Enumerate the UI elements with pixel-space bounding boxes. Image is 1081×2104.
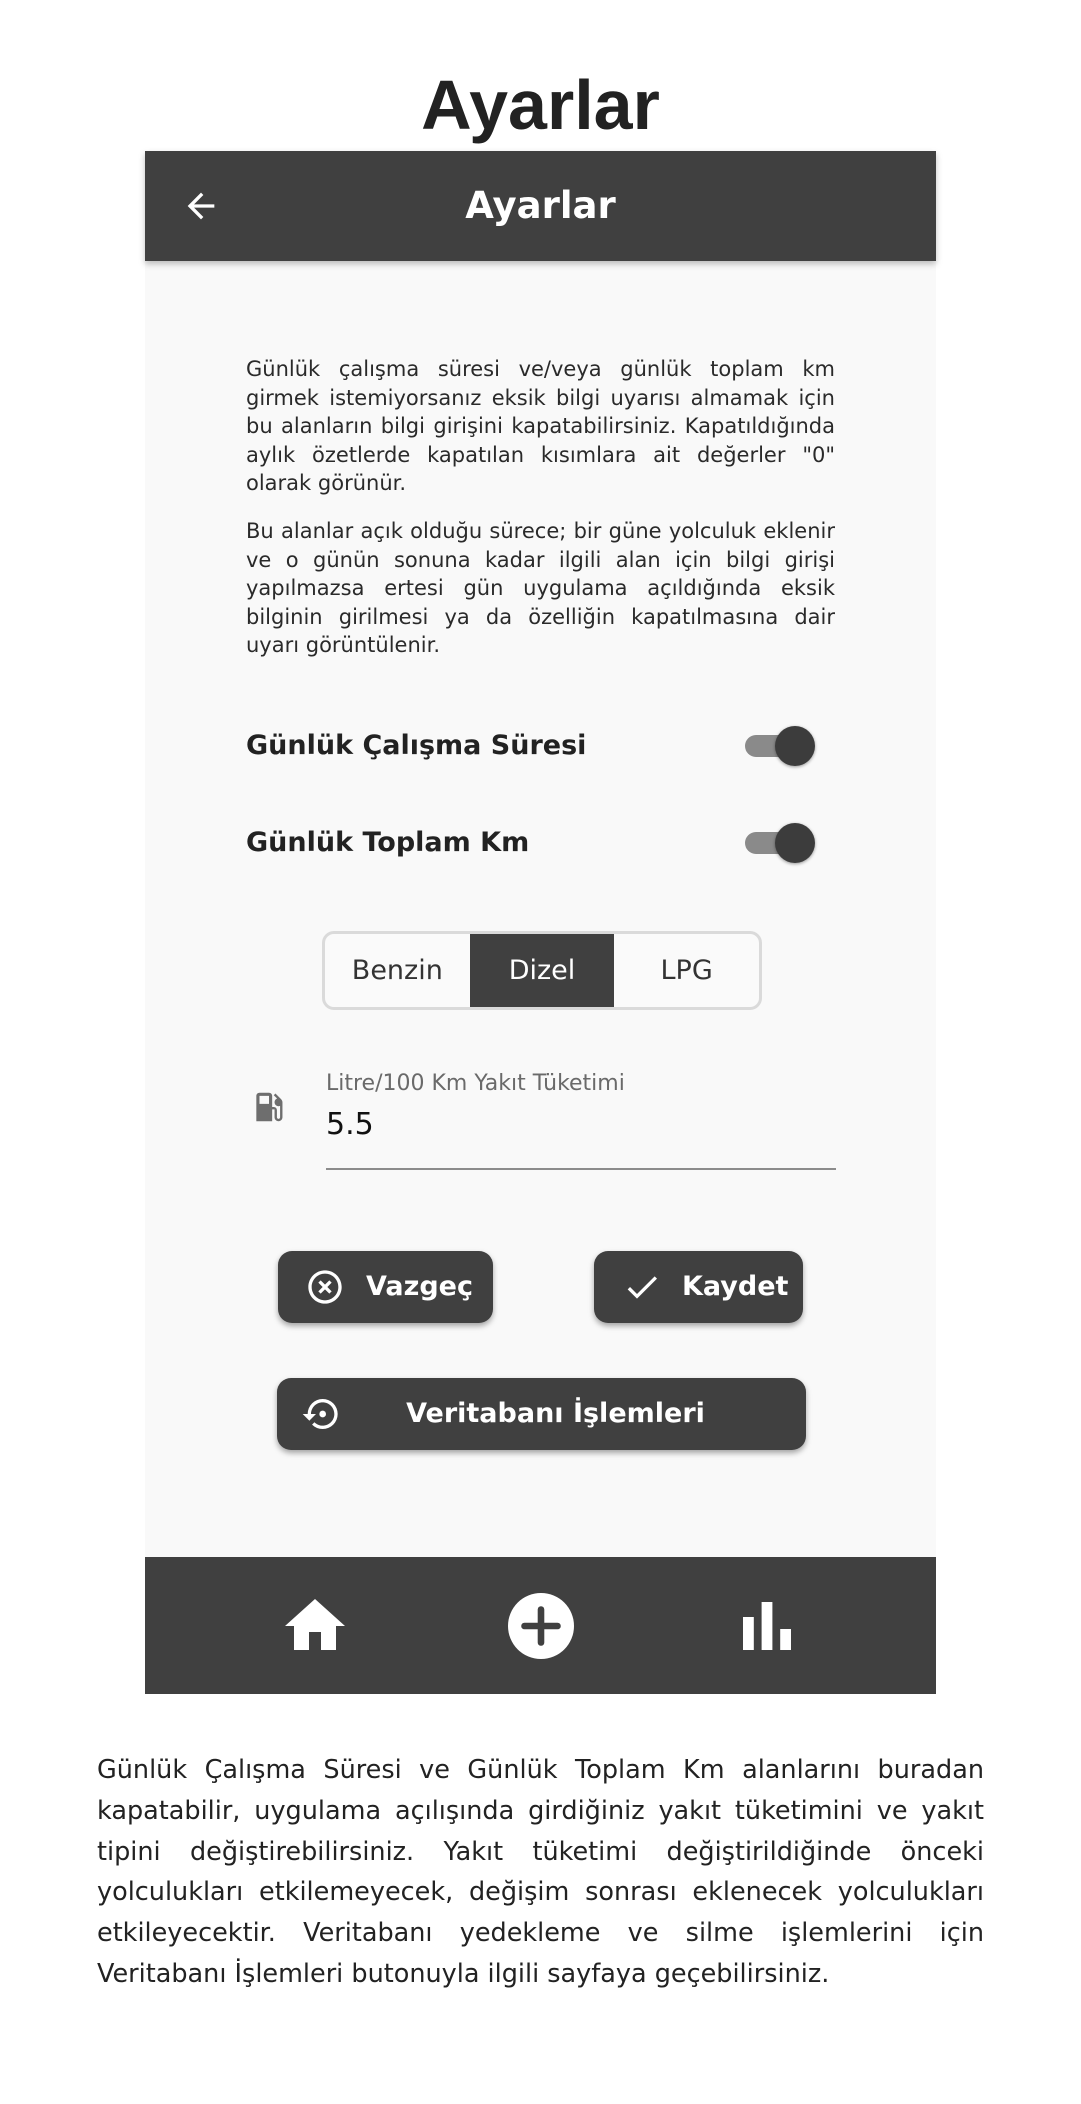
cancel-circle-icon [308,1270,342,1304]
toggle-label-total-km: Günlük Toplam Km [246,827,530,858]
work-time-switch[interactable] [745,726,817,766]
add-circle-icon[interactable] [505,1590,577,1662]
switch-thumb [775,823,815,863]
app-bar-title: Ayarlar [465,184,616,227]
home-icon[interactable] [279,1590,351,1662]
database-operations-button[interactable]: Veritabanı İşlemleri [277,1378,806,1450]
bottom-navigation [145,1557,936,1694]
check-icon [627,1276,657,1299]
switch-thumb [775,726,815,766]
page-description: Günlük Çalışma Süresi ve Günlük Toplam K… [97,1755,984,1989]
cancel-button[interactable]: Vazgeç [278,1251,493,1323]
toggle-row-work-time: Günlük Çalışma Süresi [246,716,835,776]
consumption-field[interactable]: Litre/100 Km Yakıt Tüketimi 5.5 [326,1071,836,1170]
database-button-label: Veritabanı İşlemleri [406,1398,705,1429]
cancel-button-label: Vazgeç [366,1271,473,1302]
save-button[interactable]: Kaydet [594,1251,803,1323]
fuel-option-benzin[interactable]: Benzin [325,934,470,1007]
app-screen: Ayarlar Günlük çalışma süresi ve/veya gü… [145,151,936,1694]
fuel-option-lpg[interactable]: LPG [614,934,759,1007]
fuel-pump-icon [256,1092,283,1122]
total-km-switch[interactable] [745,823,817,863]
info-paragraph-1: Günlük çalışma süresi ve/veya günlük top… [246,357,835,495]
toggle-row-total-km: Günlük Toplam Km [246,813,835,873]
app-bar: Ayarlar [145,151,936,261]
consumption-input[interactable]: 5.5 [326,1107,374,1142]
consumption-label: Litre/100 Km Yakıt Tüketimi [326,1071,625,1096]
bar-chart-icon[interactable] [731,1590,803,1662]
save-button-label: Kaydet [682,1271,789,1302]
toggle-label-work-time: Günlük Çalışma Süresi [246,730,587,761]
page-title: Ayarlar [421,66,660,144]
fuel-type-selector: Benzin Dizel LPG [322,931,762,1010]
fuel-option-dizel[interactable]: Dizel [469,934,615,1007]
info-paragraph-2: Bu alanlar açık olduğu sürece; bir güne … [246,519,835,657]
